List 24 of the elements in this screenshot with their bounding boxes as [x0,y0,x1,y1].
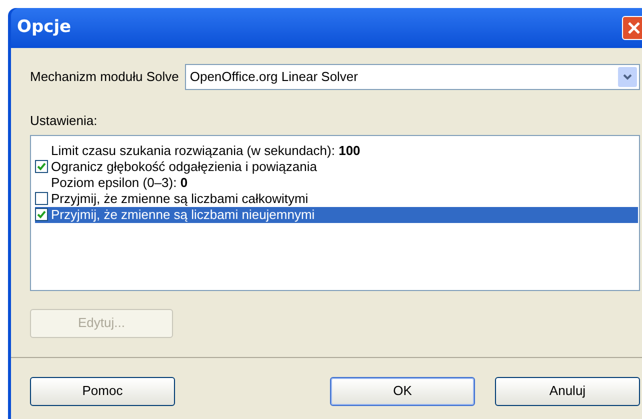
settings-item[interactable]: Przyjmij, że zmienne są liczbami całkowitymi [35,190,638,206]
checkmark-icon [37,210,46,219]
window-title: Opcje [17,16,72,40]
settings-item[interactable]: Poziom epsilon (0–3): 0 [35,174,638,190]
checkbox[interactable] [35,160,48,173]
setting-text: Limit czasu szukania rozwiązania (w sekundach): 100 [51,142,360,158]
setting-text: Przyjmij, że zmienne są liczbami całkowitymi [51,190,308,206]
settings-label: Ustawienia: [30,112,98,130]
engine-dropdown[interactable]: OpenOffice.org Linear Solver [184,64,640,90]
setting-text: Poziom epsilon (0–3): 0 [51,174,188,190]
setting-text: Ogranicz głębokość odgałęzienia i powiązania [51,158,317,174]
settings-item[interactable]: Ogranicz głębokość odgałęzienia i powiązania [35,158,638,174]
close-icon [628,22,640,34]
dialog-button[interactable]: Anuluj [495,376,640,406]
close-button[interactable] [622,16,642,40]
checkbox[interactable] [35,192,48,205]
dialog-button[interactable]: OK [330,376,475,406]
checkbox[interactable] [35,208,48,221]
dialog-button[interactable]: Pomoc [30,376,175,406]
setting-text: Przyjmij, że zmienne są liczbami nieujemnymi [51,206,315,222]
settings-item[interactable]: Limit czasu szukania rozwiązania (w sekundach): 100 [35,142,638,158]
engine-label: Mechanizm modułu Solve [30,68,179,86]
settings-item[interactable]: Przyjmij, że zmienne są liczbami nieujemnymi [35,206,638,222]
checkmark-icon [37,162,46,171]
